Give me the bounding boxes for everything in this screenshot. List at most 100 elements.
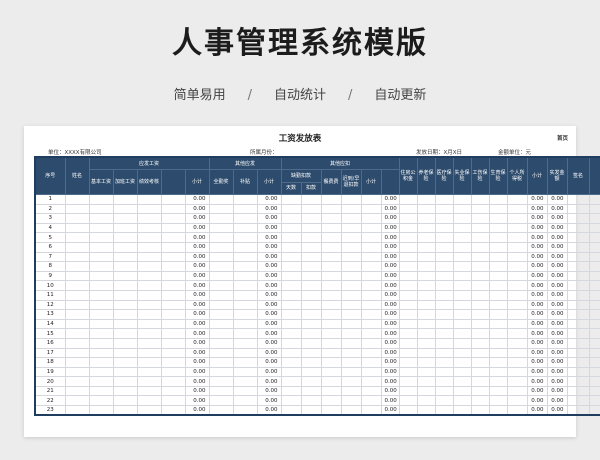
empty-cell[interactable] <box>136 376 162 387</box>
empty-cell[interactable] <box>160 261 186 272</box>
empty-cell[interactable] <box>452 222 472 234</box>
empty-cell[interactable] <box>360 232 382 243</box>
empty-cell[interactable] <box>160 318 186 330</box>
empty-cell[interactable] <box>64 280 90 291</box>
amount-cell[interactable]: 0.00 <box>256 203 282 215</box>
empty-cell[interactable] <box>160 280 186 291</box>
empty-cell[interactable] <box>506 194 528 205</box>
amount-cell[interactable]: 0.00 <box>184 328 210 339</box>
empty-cell[interactable] <box>64 366 90 378</box>
empty-cell[interactable] <box>360 203 382 215</box>
empty-cell[interactable] <box>160 241 186 253</box>
empty-cell[interactable] <box>566 309 590 320</box>
empty-cell[interactable] <box>566 357 590 368</box>
empty-cell[interactable] <box>434 261 454 272</box>
empty-cell[interactable] <box>434 213 454 224</box>
amount-cell[interactable]: 0.00 <box>526 213 548 224</box>
empty-cell[interactable] <box>112 376 138 387</box>
empty-cell[interactable] <box>416 309 436 320</box>
empty-cell[interactable] <box>566 337 590 349</box>
empty-cell[interactable] <box>208 241 234 253</box>
amount-cell[interactable]: 0.00 <box>256 194 282 205</box>
empty-cell[interactable] <box>506 251 528 263</box>
empty-cell[interactable] <box>88 232 114 243</box>
empty-cell[interactable] <box>470 299 490 311</box>
empty-cell[interactable] <box>160 376 186 387</box>
empty-cell[interactable] <box>340 337 362 349</box>
empty-cell[interactable] <box>300 251 322 263</box>
empty-cell[interactable] <box>488 289 508 301</box>
amount-cell[interactable]: 0.00 <box>526 385 548 397</box>
empty-cell[interactable] <box>452 309 472 320</box>
amount-cell[interactable]: 0.00 <box>546 309 568 320</box>
empty-cell[interactable] <box>398 405 418 416</box>
empty-cell[interactable] <box>506 222 528 234</box>
empty-cell[interactable] <box>208 376 234 387</box>
empty-cell[interactable] <box>160 347 186 359</box>
empty-cell[interactable] <box>360 337 382 349</box>
amount-cell[interactable]: 0.00 <box>184 357 210 368</box>
empty-cell[interactable] <box>488 241 508 253</box>
empty-cell[interactable] <box>232 347 258 359</box>
empty-cell[interactable] <box>88 385 114 397</box>
empty-cell[interactable] <box>64 309 90 320</box>
empty-cell[interactable] <box>320 385 342 397</box>
empty-cell[interactable] <box>64 213 90 224</box>
empty-cell[interactable] <box>300 337 322 349</box>
empty-cell[interactable] <box>208 385 234 397</box>
amount-cell[interactable]: 0.00 <box>184 289 210 301</box>
empty-cell[interactable] <box>280 270 302 282</box>
empty-cell[interactable] <box>320 357 342 368</box>
amount-cell[interactable]: 0.00 <box>380 405 400 416</box>
empty-cell[interactable] <box>112 318 138 330</box>
amount-cell[interactable]: 0.00 <box>184 241 210 253</box>
empty-cell[interactable] <box>470 213 490 224</box>
empty-cell[interactable] <box>320 328 342 339</box>
empty-cell[interactable] <box>398 347 418 359</box>
empty-cell[interactable] <box>488 261 508 272</box>
empty-cell[interactable] <box>64 385 90 397</box>
empty-cell[interactable] <box>88 289 114 301</box>
empty-cell[interactable] <box>360 261 382 272</box>
empty-cell[interactable] <box>470 241 490 253</box>
empty-cell[interactable] <box>434 318 454 330</box>
empty-cell[interactable] <box>320 347 342 359</box>
empty-cell[interactable] <box>88 376 114 387</box>
empty-cell[interactable] <box>280 222 302 234</box>
empty-cell[interactable] <box>416 213 436 224</box>
empty-cell[interactable] <box>488 270 508 282</box>
empty-cell[interactable] <box>416 328 436 339</box>
amount-cell[interactable]: 0.00 <box>546 194 568 205</box>
empty-cell[interactable] <box>88 347 114 359</box>
empty-cell[interactable] <box>340 357 362 368</box>
empty-cell[interactable] <box>452 261 472 272</box>
empty-cell[interactable] <box>280 289 302 301</box>
empty-cell[interactable] <box>566 347 590 359</box>
amount-cell[interactable]: 0.00 <box>546 241 568 253</box>
empty-cell[interactable] <box>416 280 436 291</box>
empty-cell[interactable] <box>136 347 162 359</box>
empty-cell[interactable] <box>488 385 508 397</box>
empty-cell[interactable] <box>232 405 258 416</box>
empty-cell[interactable] <box>452 347 472 359</box>
amount-cell[interactable]: 0.00 <box>380 203 400 215</box>
empty-cell[interactable] <box>588 328 600 339</box>
empty-cell[interactable] <box>360 328 382 339</box>
empty-cell[interactable] <box>232 395 258 407</box>
amount-cell[interactable]: 0.00 <box>380 232 400 243</box>
empty-cell[interactable] <box>360 194 382 205</box>
empty-cell[interactable] <box>160 251 186 263</box>
empty-cell[interactable] <box>160 309 186 320</box>
empty-cell[interactable] <box>434 270 454 282</box>
empty-cell[interactable] <box>416 251 436 263</box>
amount-cell[interactable]: 0.00 <box>380 337 400 349</box>
empty-cell[interactable] <box>64 194 90 205</box>
empty-cell[interactable] <box>398 213 418 224</box>
empty-cell[interactable] <box>488 251 508 263</box>
empty-cell[interactable] <box>64 203 90 215</box>
empty-cell[interactable] <box>398 289 418 301</box>
amount-cell[interactable]: 0.00 <box>184 222 210 234</box>
empty-cell[interactable] <box>470 328 490 339</box>
empty-cell[interactable] <box>232 203 258 215</box>
empty-cell[interactable] <box>300 261 322 272</box>
